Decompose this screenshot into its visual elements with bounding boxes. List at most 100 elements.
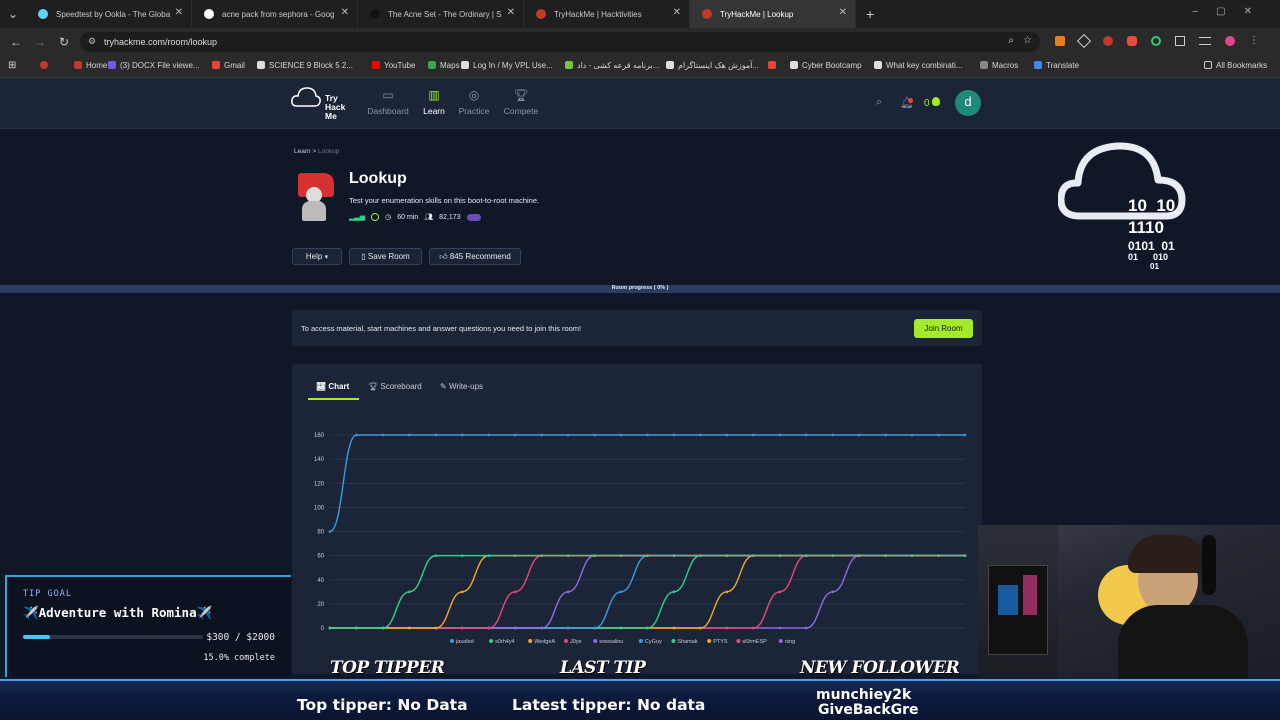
join-room-button[interactable]: Join Room <box>914 319 973 338</box>
bookmark-item[interactable]: آموزش هک اینستاگرام... <box>666 61 759 70</box>
y-tick-label: 80 <box>317 530 324 536</box>
data-point <box>540 626 543 630</box>
bookmark-favicon-icon <box>461 61 469 69</box>
bookmark-star-icon[interactable]: ☆ <box>1023 35 1032 46</box>
data-point <box>540 433 543 437</box>
bookmark-favicon-icon[interactable] <box>40 61 52 70</box>
url-field[interactable]: ⚙ tryhackme.com/room/lookup ⌕ ☆ <box>80 32 1040 52</box>
legend-label: WedgeA <box>534 639 555 645</box>
bookmark-favicon-icon <box>257 61 265 69</box>
compete-icon: 🏆︎ <box>513 88 529 102</box>
legend-label: J0ye <box>570 639 582 645</box>
binary-line-3: 0101 01 <box>1128 239 1175 253</box>
follower-name-2: GiveBackGre <box>818 702 919 718</box>
browser-tab[interactable]: TryHackMe | Hacktivities ✕ <box>524 0 690 28</box>
nav-item-practice[interactable]: ◎ Practice <box>449 88 499 116</box>
data-point <box>672 590 676 594</box>
forward-icon[interactable]: → <box>28 35 52 49</box>
window-controls[interactable]: –▢✕ <box>1193 6 1270 17</box>
practice-icon: ◎ <box>468 88 480 102</box>
latest-tipper-text: Latest tipper: No data <box>512 696 706 714</box>
data-point <box>646 433 649 437</box>
browser-tab[interactable]: The Acne Set - The Ordinary | S ✕ <box>358 0 524 28</box>
all-bookmarks[interactable]: All Bookmarks <box>1204 61 1267 70</box>
bookmark-label: Home <box>86 61 108 70</box>
data-point <box>937 433 940 437</box>
profile-icon[interactable] <box>1225 36 1235 46</box>
tab-close-icon[interactable]: ✕ <box>673 7 681 18</box>
bookmark-favicon-icon <box>768 61 776 69</box>
tab-title: Speedtest by Ookla - The Globa <box>56 9 171 19</box>
browser-tab[interactable]: Speedtest by Ookla - The Globa ✕ <box>26 0 192 28</box>
browser-tab[interactable]: TryHackMe | Lookup ✕ <box>690 0 856 28</box>
breadcrumb-parent[interactable]: Learn <box>294 148 311 155</box>
more-icon[interactable]: ⋮ <box>1249 36 1259 46</box>
data-point <box>778 433 782 437</box>
data-point <box>857 433 861 437</box>
help-button[interactable]: Help ▾ <box>292 248 342 265</box>
bookmark-item[interactable]: Translate <box>1034 61 1079 70</box>
bookmark-item[interactable]: Log In / My VPL Use... <box>461 61 553 70</box>
chevron-down-icon: ▾ <box>324 254 329 261</box>
apps-icon[interactable]: ⊞ <box>8 60 16 71</box>
bookmark-item[interactable]: Gmail <box>212 61 245 70</box>
avatar[interactable]: d <box>955 90 981 116</box>
breadcrumb-separator: > <box>312 148 317 155</box>
menu-icon[interactable] <box>1199 37 1211 45</box>
nav-item-compete[interactable]: 🏆︎ Compete <box>496 88 546 116</box>
back-icon[interactable]: ← <box>4 35 28 49</box>
tab-strip: Speedtest by Ookla - The Globa ✕ acne pack… <box>26 0 856 28</box>
data-point <box>699 626 702 630</box>
tab-title: TryHackMe | Lookup <box>720 9 794 19</box>
site-info-icon[interactable]: ⚙ <box>88 36 96 47</box>
join-room-panel: To access material, start machines and a… <box>292 310 982 346</box>
points-counter[interactable]: 0 <box>924 97 941 109</box>
browser-tab[interactable]: acne pack from sephora - Goog ✕ <box>192 0 358 28</box>
search-icon[interactable]: ⌕ <box>876 96 882 109</box>
pen-icon[interactable] <box>1076 33 1092 49</box>
extension-icon[interactable] <box>1103 36 1113 46</box>
bookmark-item[interactable]: Cyber Bootcamp <box>790 61 862 70</box>
bookmark-label: Macros <box>992 61 1019 70</box>
tab-favicon-icon <box>38 9 48 19</box>
help-label: Help <box>305 252 323 261</box>
browser-tab-bar: ⌄ Speedtest by Ookla - The Globa ✕ acne pa… <box>0 0 1280 28</box>
bookmark-item[interactable]: (3) DOCX File viewe... <box>108 61 200 70</box>
zoom-icon[interactable]: ⌕ <box>1008 35 1014 46</box>
bookmark-item[interactable]: Macros <box>980 61 1018 70</box>
bookmark-item[interactable]: Home <box>74 61 107 70</box>
tab-close-icon[interactable]: ✕ <box>839 7 847 18</box>
tab-close-icon[interactable]: ✕ <box>507 7 515 18</box>
bookmark-item[interactable]: SCIENCE 9 Block 5 2... <box>257 61 353 70</box>
room-meta: ▂▃▅ ◷ 60 min 👥︎ 82,173 <box>349 213 481 221</box>
extension-icons[interactable]: ⋮ <box>1055 33 1259 49</box>
data-point <box>831 433 835 437</box>
bookmark-item[interactable]: Maps <box>428 61 460 70</box>
nav-item-label: Compete <box>503 106 539 116</box>
recommend-button[interactable]: 👍︎ 845 Recommend <box>429 248 521 265</box>
data-point <box>408 626 411 630</box>
extension-icon[interactable] <box>1151 36 1161 46</box>
extension-icon[interactable] <box>1127 36 1137 46</box>
bookmark-item[interactable]: برنامه قرعه کشی - داد... <box>565 61 659 70</box>
tab-close-icon[interactable]: ✕ <box>341 7 349 18</box>
reload-icon[interactable]: ↻ <box>52 35 76 49</box>
clock-icon: ◷ <box>385 214 392 221</box>
tab-search-icon[interactable]: ⌄ <box>0 7 26 21</box>
data-point <box>672 433 676 437</box>
tryhackme-logo[interactable]: Try Hack Me <box>291 86 355 122</box>
extension-icon[interactable] <box>1055 36 1065 46</box>
bookmark-item[interactable]: What key combinati... <box>874 61 962 70</box>
last-tip-heading: LAST TIP <box>560 658 646 678</box>
puzzle-icon[interactable] <box>1175 36 1185 46</box>
tab-close-icon[interactable]: ✕ <box>175 7 183 18</box>
save-room-button[interactable]: ▯ Save Room <box>349 248 422 265</box>
new-tab-button[interactable]: + <box>866 6 874 22</box>
nav-item-dashboard[interactable]: ▭ Dashboard <box>363 88 413 116</box>
bookmark-item[interactable] <box>768 61 780 70</box>
tip-goal-widget: TIP GOAL ✈️Adventure with Romina✈️ $300 … <box>5 575 291 677</box>
room-hero: Learn > Lookup Lookup Test your enumerat… <box>0 130 1280 285</box>
data-point <box>408 433 411 437</box>
tip-goal-amount: $300 / $2000 <box>206 632 275 643</box>
bookmark-item[interactable]: YouTube <box>372 61 415 70</box>
